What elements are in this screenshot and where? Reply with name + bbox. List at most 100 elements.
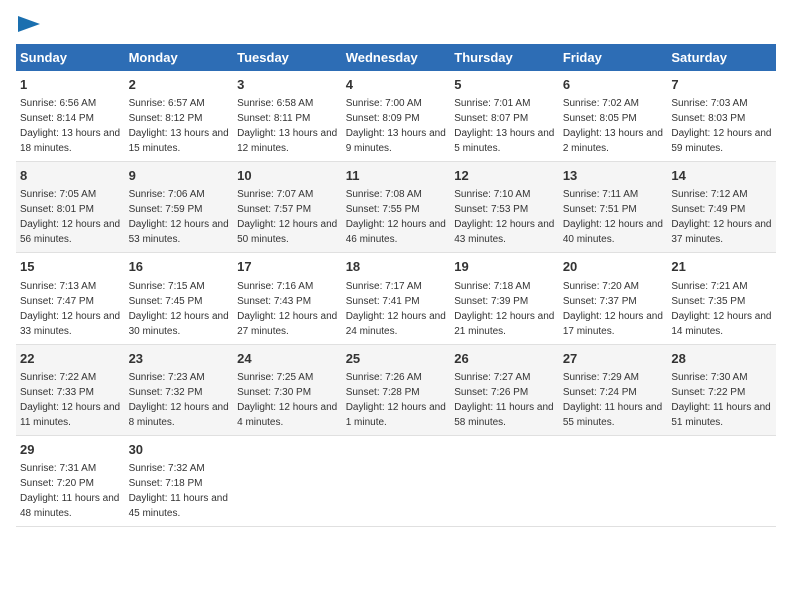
daylight-info: Daylight: 11 hours and 48 minutes. — [20, 493, 119, 519]
header-wednesday: Wednesday — [342, 44, 451, 71]
day-number: 13 — [563, 167, 664, 185]
week-row-1: 1Sunrise: 6:56 AMSunset: 8:14 PMDaylight… — [16, 71, 776, 162]
page-header — [16, 16, 776, 32]
daylight-info: Daylight: 12 hours and 33 minutes. — [20, 311, 120, 337]
sunrise-info: Sunrise: 7:17 AM — [346, 281, 422, 292]
day-number: 12 — [454, 167, 555, 185]
calendar-cell: 27Sunrise: 7:29 AMSunset: 7:24 PMDayligh… — [559, 344, 668, 435]
calendar-cell: 16Sunrise: 7:15 AMSunset: 7:45 PMDayligh… — [125, 253, 234, 344]
sunset-info: Sunset: 8:14 PM — [20, 113, 94, 124]
sunset-info: Sunset: 7:35 PM — [671, 296, 745, 307]
sunset-info: Sunset: 8:09 PM — [346, 113, 420, 124]
daylight-info: Daylight: 11 hours and 58 minutes. — [454, 402, 553, 428]
day-number: 5 — [454, 76, 555, 94]
header-sunday: Sunday — [16, 44, 125, 71]
day-number: 26 — [454, 350, 555, 368]
sunset-info: Sunset: 7:30 PM — [237, 387, 311, 398]
sunset-info: Sunset: 7:33 PM — [20, 387, 94, 398]
day-number: 17 — [237, 258, 338, 276]
calendar-cell: 9Sunrise: 7:06 AMSunset: 7:59 PMDaylight… — [125, 162, 234, 253]
day-number: 19 — [454, 258, 555, 276]
week-row-5: 29Sunrise: 7:31 AMSunset: 7:20 PMDayligh… — [16, 435, 776, 526]
day-number: 30 — [129, 441, 230, 459]
day-number: 6 — [563, 76, 664, 94]
daylight-info: Daylight: 12 hours and 43 minutes. — [454, 219, 554, 245]
daylight-info: Daylight: 11 hours and 55 minutes. — [563, 402, 662, 428]
day-number: 9 — [129, 167, 230, 185]
day-number: 4 — [346, 76, 447, 94]
sunrise-info: Sunrise: 7:10 AM — [454, 189, 530, 200]
calendar-cell: 24Sunrise: 7:25 AMSunset: 7:30 PMDayligh… — [233, 344, 342, 435]
calendar-cell — [559, 435, 668, 526]
calendar-cell: 18Sunrise: 7:17 AMSunset: 7:41 PMDayligh… — [342, 253, 451, 344]
daylight-info: Daylight: 12 hours and 50 minutes. — [237, 219, 337, 245]
calendar-cell: 22Sunrise: 7:22 AMSunset: 7:33 PMDayligh… — [16, 344, 125, 435]
sunset-info: Sunset: 7:37 PM — [563, 296, 637, 307]
day-number: 23 — [129, 350, 230, 368]
daylight-info: Daylight: 12 hours and 40 minutes. — [563, 219, 663, 245]
calendar-cell: 7Sunrise: 7:03 AMSunset: 8:03 PMDaylight… — [667, 71, 776, 162]
sunrise-info: Sunrise: 7:21 AM — [671, 281, 747, 292]
day-number: 1 — [20, 76, 121, 94]
sunset-info: Sunset: 7:28 PM — [346, 387, 420, 398]
sunrise-info: Sunrise: 7:07 AM — [237, 189, 313, 200]
sunrise-info: Sunrise: 7:20 AM — [563, 281, 639, 292]
calendar-cell — [450, 435, 559, 526]
sunset-info: Sunset: 7:39 PM — [454, 296, 528, 307]
daylight-info: Daylight: 12 hours and 1 minute. — [346, 402, 446, 428]
calendar-cell: 3Sunrise: 6:58 AMSunset: 8:11 PMDaylight… — [233, 71, 342, 162]
day-number: 27 — [563, 350, 664, 368]
sunset-info: Sunset: 8:12 PM — [129, 113, 203, 124]
sunrise-info: Sunrise: 6:57 AM — [129, 98, 205, 109]
calendar-cell: 15Sunrise: 7:13 AMSunset: 7:47 PMDayligh… — [16, 253, 125, 344]
calendar-cell: 8Sunrise: 7:05 AMSunset: 8:01 PMDaylight… — [16, 162, 125, 253]
sunset-info: Sunset: 7:45 PM — [129, 296, 203, 307]
daylight-info: Daylight: 12 hours and 59 minutes. — [671, 128, 771, 154]
calendar-cell: 6Sunrise: 7:02 AMSunset: 8:05 PMDaylight… — [559, 71, 668, 162]
calendar-cell: 29Sunrise: 7:31 AMSunset: 7:20 PMDayligh… — [16, 435, 125, 526]
day-number: 20 — [563, 258, 664, 276]
calendar-cell: 11Sunrise: 7:08 AMSunset: 7:55 PMDayligh… — [342, 162, 451, 253]
sunrise-info: Sunrise: 7:26 AM — [346, 372, 422, 383]
daylight-info: Daylight: 12 hours and 4 minutes. — [237, 402, 337, 428]
sunrise-info: Sunrise: 7:31 AM — [20, 463, 96, 474]
day-number: 2 — [129, 76, 230, 94]
sunset-info: Sunset: 8:07 PM — [454, 113, 528, 124]
calendar-cell: 28Sunrise: 7:30 AMSunset: 7:22 PMDayligh… — [667, 344, 776, 435]
day-number: 21 — [671, 258, 772, 276]
calendar-cell: 1Sunrise: 6:56 AMSunset: 8:14 PMDaylight… — [16, 71, 125, 162]
sunset-info: Sunset: 8:03 PM — [671, 113, 745, 124]
calendar-cell: 17Sunrise: 7:16 AMSunset: 7:43 PMDayligh… — [233, 253, 342, 344]
daylight-info: Daylight: 13 hours and 9 minutes. — [346, 128, 446, 154]
daylight-info: Daylight: 12 hours and 14 minutes. — [671, 311, 771, 337]
calendar-cell: 12 Sunrise: 7:10 AM Sunset: 7:53 PM Dayligh… — [450, 162, 559, 253]
sunrise-info: Sunrise: 7:32 AM — [129, 463, 205, 474]
sunrise-info: Sunrise: 7:05 AM — [20, 189, 96, 200]
sunset-info: Sunset: 7:43 PM — [237, 296, 311, 307]
calendar-cell: 30Sunrise: 7:32 AMSunset: 7:18 PMDayligh… — [125, 435, 234, 526]
daylight-info: Daylight: 13 hours and 2 minutes. — [563, 128, 663, 154]
daylight-info: Daylight: 13 hours and 18 minutes. — [20, 128, 120, 154]
sunrise-info: Sunrise: 7:00 AM — [346, 98, 422, 109]
calendar-cell: 25Sunrise: 7:26 AMSunset: 7:28 PMDayligh… — [342, 344, 451, 435]
sunrise-info: Sunrise: 7:06 AM — [129, 189, 205, 200]
sunset-info: Sunset: 7:53 PM — [454, 204, 528, 215]
daylight-info: Daylight: 12 hours and 46 minutes. — [346, 219, 446, 245]
sunset-info: Sunset: 8:05 PM — [563, 113, 637, 124]
header-tuesday: Tuesday — [233, 44, 342, 71]
sunrise-info: Sunrise: 7:25 AM — [237, 372, 313, 383]
calendar-cell: 23Sunrise: 7:23 AMSunset: 7:32 PMDayligh… — [125, 344, 234, 435]
sunrise-info: Sunrise: 7:23 AM — [129, 372, 205, 383]
sunrise-info: Sunrise: 7:18 AM — [454, 281, 530, 292]
calendar-cell: 13 Sunrise: 7:11 AM Sunset: 7:51 PM Dayligh… — [559, 162, 668, 253]
week-row-4: 22Sunrise: 7:22 AMSunset: 7:33 PMDayligh… — [16, 344, 776, 435]
sunrise-info: Sunrise: 7:16 AM — [237, 281, 313, 292]
sunrise-info: Sunrise: 7:11 AM — [563, 189, 638, 200]
day-number: 7 — [671, 76, 772, 94]
daylight-info: Daylight: 12 hours and 56 minutes. — [20, 219, 120, 245]
daylight-info: Daylight: 12 hours and 11 minutes. — [20, 402, 120, 428]
calendar-body: 1Sunrise: 6:56 AMSunset: 8:14 PMDaylight… — [16, 71, 776, 526]
sunset-info: Sunset: 7:51 PM — [563, 204, 637, 215]
daylight-info: Daylight: 12 hours and 30 minutes. — [129, 311, 229, 337]
sunset-info: Sunset: 7:57 PM — [237, 204, 311, 215]
